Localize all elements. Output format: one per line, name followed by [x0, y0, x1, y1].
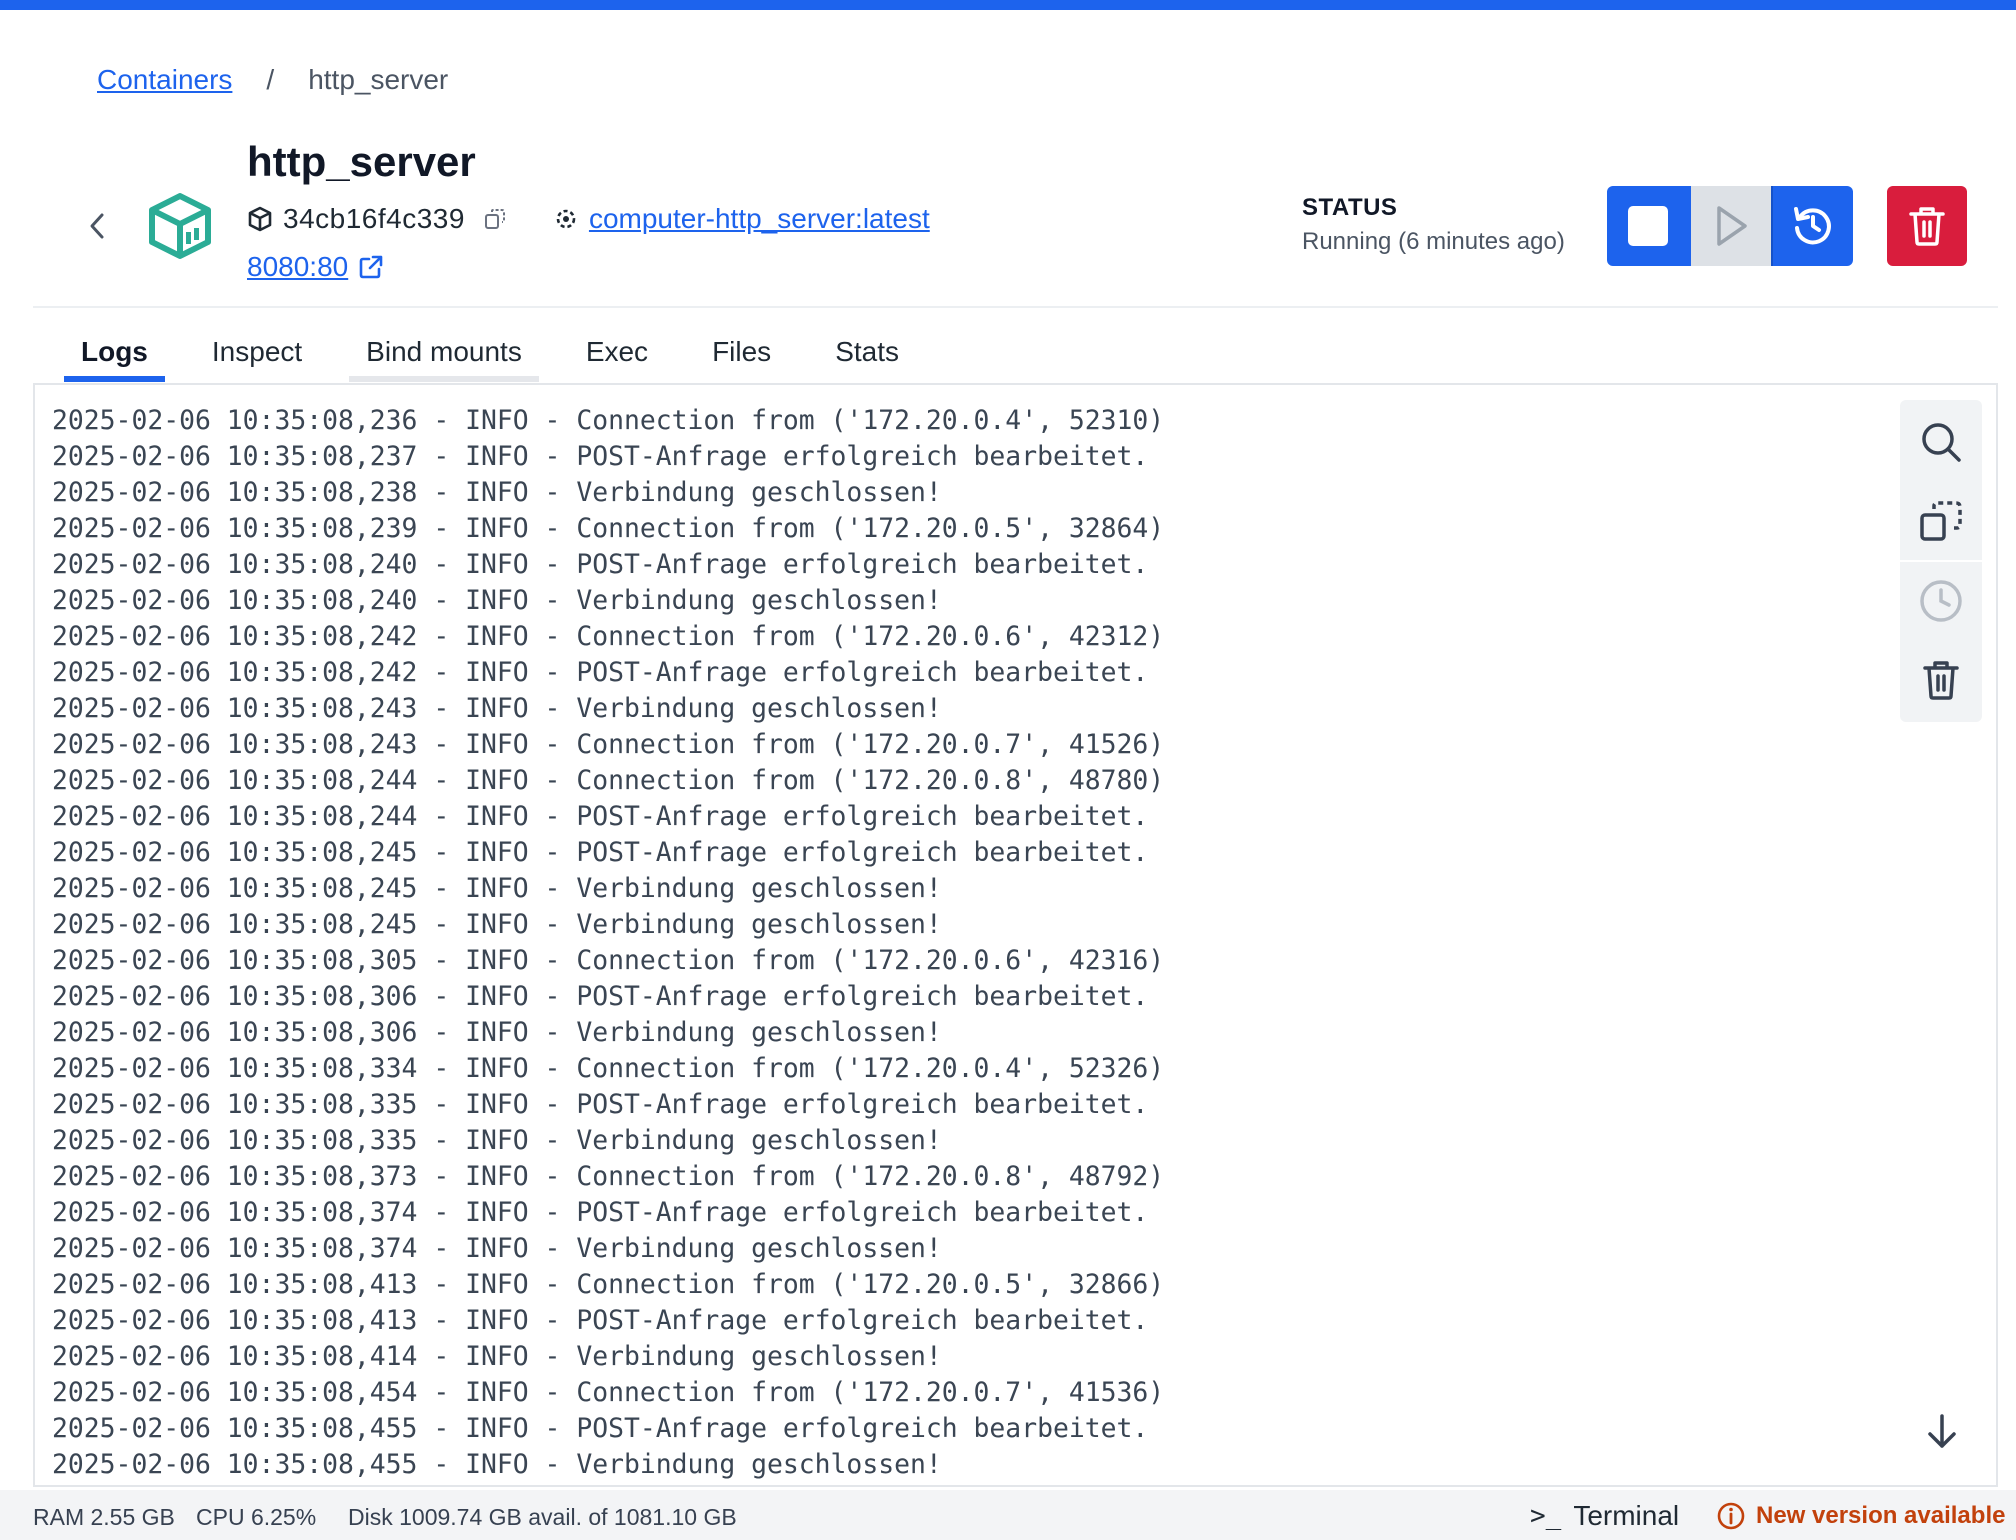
- terminal-button[interactable]: >_ Terminal: [1530, 1498, 1679, 1534]
- stop-icon: [1628, 206, 1668, 246]
- back-button[interactable]: [82, 208, 112, 244]
- tab-stats[interactable]: Stats: [818, 322, 916, 382]
- log-line: 2025-02-06 10:35:08,242 - INFO - Connect…: [52, 621, 1165, 652]
- port-row: 8080:80: [247, 246, 384, 288]
- container-logo: [146, 192, 214, 260]
- chevron-left-icon: [90, 213, 104, 239]
- log-line: 2025-02-06 10:35:08,305 - INFO - Connect…: [52, 945, 1165, 976]
- trash-icon: [1909, 207, 1945, 246]
- timestamps-button[interactable]: [1900, 560, 1982, 640]
- new-version-link[interactable]: New version available: [1716, 1498, 2005, 1534]
- container-cube-icon: [149, 193, 211, 259]
- terminal-label: Terminal: [1573, 1500, 1680, 1531]
- status-value: Running (6 minutes ago): [1302, 228, 1565, 255]
- copy-icon: [484, 209, 505, 229]
- tab-exec[interactable]: Exec: [569, 322, 665, 382]
- stop-button[interactable]: [1607, 186, 1689, 266]
- log-line: 2025-02-06 10:35:08,455 - INFO - Verbind…: [52, 1449, 942, 1480]
- log-line: 2025-02-06 10:35:08,245 - INFO - Verbind…: [52, 873, 942, 904]
- breadcrumb-current: http_server: [308, 64, 449, 95]
- arrow-down-icon: [1928, 1414, 1956, 1448]
- delete-container-button[interactable]: [1887, 186, 1967, 266]
- log-line: 2025-02-06 10:35:08,240 - INFO - Verbind…: [52, 585, 942, 616]
- status-footer: RAM 2.55 GB CPU 6.25% Disk 1009.74 GB av…: [0, 1490, 2016, 1540]
- top-accent-bar: [0, 0, 2016, 10]
- log-line: 2025-02-06 10:35:08,454 - INFO - Connect…: [52, 1377, 1165, 1408]
- log-line: 2025-02-06 10:35:08,245 - INFO - POST-An…: [52, 837, 1149, 868]
- breadcrumb: Containers / http_server: [97, 60, 448, 100]
- search-icon: [1922, 423, 1961, 462]
- header-divider: [33, 306, 1998, 308]
- start-button[interactable]: [1689, 186, 1771, 266]
- play-icon: [1717, 206, 1747, 246]
- breadcrumb-separator: /: [266, 64, 275, 95]
- clock-icon: [1920, 580, 1962, 622]
- log-line: 2025-02-06 10:35:08,240 - INFO - POST-An…: [52, 549, 1149, 580]
- log-line: 2025-02-06 10:35:08,455 - INFO - POST-An…: [52, 1413, 1149, 1444]
- status-label: STATUS: [1302, 194, 1398, 221]
- image-layers-icon: [553, 206, 579, 232]
- log-line: 2025-02-06 10:35:08,414 - INFO - Verbind…: [52, 1341, 942, 1372]
- tab-bar: Logs Inspect Bind mounts Exec Files Stat…: [64, 322, 946, 382]
- log-line: 2025-02-06 10:35:08,334 - INFO - Connect…: [52, 1053, 1165, 1084]
- container-meta: 34cb16f4c339 computer-http_server:latest: [247, 198, 930, 240]
- log-line: 2025-02-06 10:35:08,413 - INFO - POST-An…: [52, 1305, 1149, 1336]
- log-line: 2025-02-06 10:35:08,374 - INFO - POST-An…: [52, 1197, 1149, 1228]
- log-line: 2025-02-06 10:35:08,244 - INFO - POST-An…: [52, 801, 1149, 832]
- log-line: 2025-02-06 10:35:08,244 - INFO - Connect…: [52, 765, 1165, 796]
- external-link-icon[interactable]: [358, 254, 384, 280]
- log-line: 2025-02-06 10:35:08,245 - INFO - Verbind…: [52, 909, 942, 940]
- log-line: 2025-02-06 10:35:08,243 - INFO - Verbind…: [52, 693, 942, 724]
- search-logs-button[interactable]: [1900, 402, 1982, 482]
- log-line: 2025-02-06 10:35:08,239 - INFO - Connect…: [52, 513, 1165, 544]
- new-version-label: New version available: [1756, 1502, 2006, 1529]
- copy-id-button[interactable]: [483, 207, 507, 231]
- copy-icon: [1920, 501, 1962, 541]
- log-line: 2025-02-06 10:35:08,306 - INFO - Verbind…: [52, 1017, 942, 1048]
- terminal-icon: >_: [1530, 1501, 1562, 1531]
- disk-usage: Disk 1009.74 GB avail. of 1081.10 GB: [348, 1504, 737, 1530]
- tab-logs[interactable]: Logs: [64, 322, 165, 382]
- ram-usage: RAM 2.55 GB: [33, 1504, 175, 1530]
- container-title: http_server: [247, 138, 476, 185]
- cpu-usage: CPU 6.25%: [196, 1504, 317, 1530]
- restart-button[interactable]: [1771, 186, 1853, 266]
- tab-inspect[interactable]: Inspect: [195, 322, 319, 382]
- trash-icon: [1923, 661, 1959, 700]
- log-line: 2025-02-06 10:35:08,335 - INFO - POST-An…: [52, 1089, 1149, 1120]
- copy-logs-button[interactable]: [1900, 482, 1982, 562]
- log-line: 2025-02-06 10:35:08,373 - INFO - Connect…: [52, 1161, 1165, 1192]
- log-line: 2025-02-06 10:35:08,306 - INFO - POST-An…: [52, 981, 1149, 1012]
- log-line: 2025-02-06 10:35:08,242 - INFO - POST-An…: [52, 657, 1149, 688]
- container-actions: [1607, 186, 1853, 266]
- log-line: 2025-02-06 10:35:08,236 - INFO - Connect…: [52, 405, 1165, 436]
- log-output: 2025-02-06 10:35:08,236 - INFO - Connect…: [52, 403, 1164, 1483]
- log-line: 2025-02-06 10:35:08,335 - INFO - Verbind…: [52, 1125, 942, 1156]
- cube-icon: [247, 206, 273, 232]
- clear-logs-button[interactable]: [1900, 640, 1982, 720]
- container-id: 34cb16f4c339: [283, 203, 465, 234]
- log-toolbar: [1900, 400, 1982, 722]
- port-link[interactable]: 8080:80: [247, 251, 348, 283]
- tab-files[interactable]: Files: [695, 322, 788, 382]
- info-icon: [1716, 1501, 1746, 1531]
- image-link[interactable]: computer-http_server:latest: [589, 203, 930, 235]
- log-line: 2025-02-06 10:35:08,374 - INFO - Verbind…: [52, 1233, 942, 1264]
- restart-icon: [1794, 207, 1831, 245]
- log-line: 2025-02-06 10:35:08,243 - INFO - Connect…: [52, 729, 1165, 760]
- breadcrumb-containers-link[interactable]: Containers: [97, 64, 232, 96]
- tab-bind-mounts[interactable]: Bind mounts: [349, 322, 539, 382]
- scroll-to-bottom-button[interactable]: [1922, 1410, 1962, 1454]
- log-panel[interactable]: 2025-02-06 10:35:08,236 - INFO - Connect…: [33, 383, 1998, 1487]
- log-line: 2025-02-06 10:35:08,413 - INFO - Connect…: [52, 1269, 1165, 1300]
- log-line: 2025-02-06 10:35:08,238 - INFO - Verbind…: [52, 477, 942, 508]
- log-line: 2025-02-06 10:35:08,237 - INFO - POST-An…: [52, 441, 1149, 472]
